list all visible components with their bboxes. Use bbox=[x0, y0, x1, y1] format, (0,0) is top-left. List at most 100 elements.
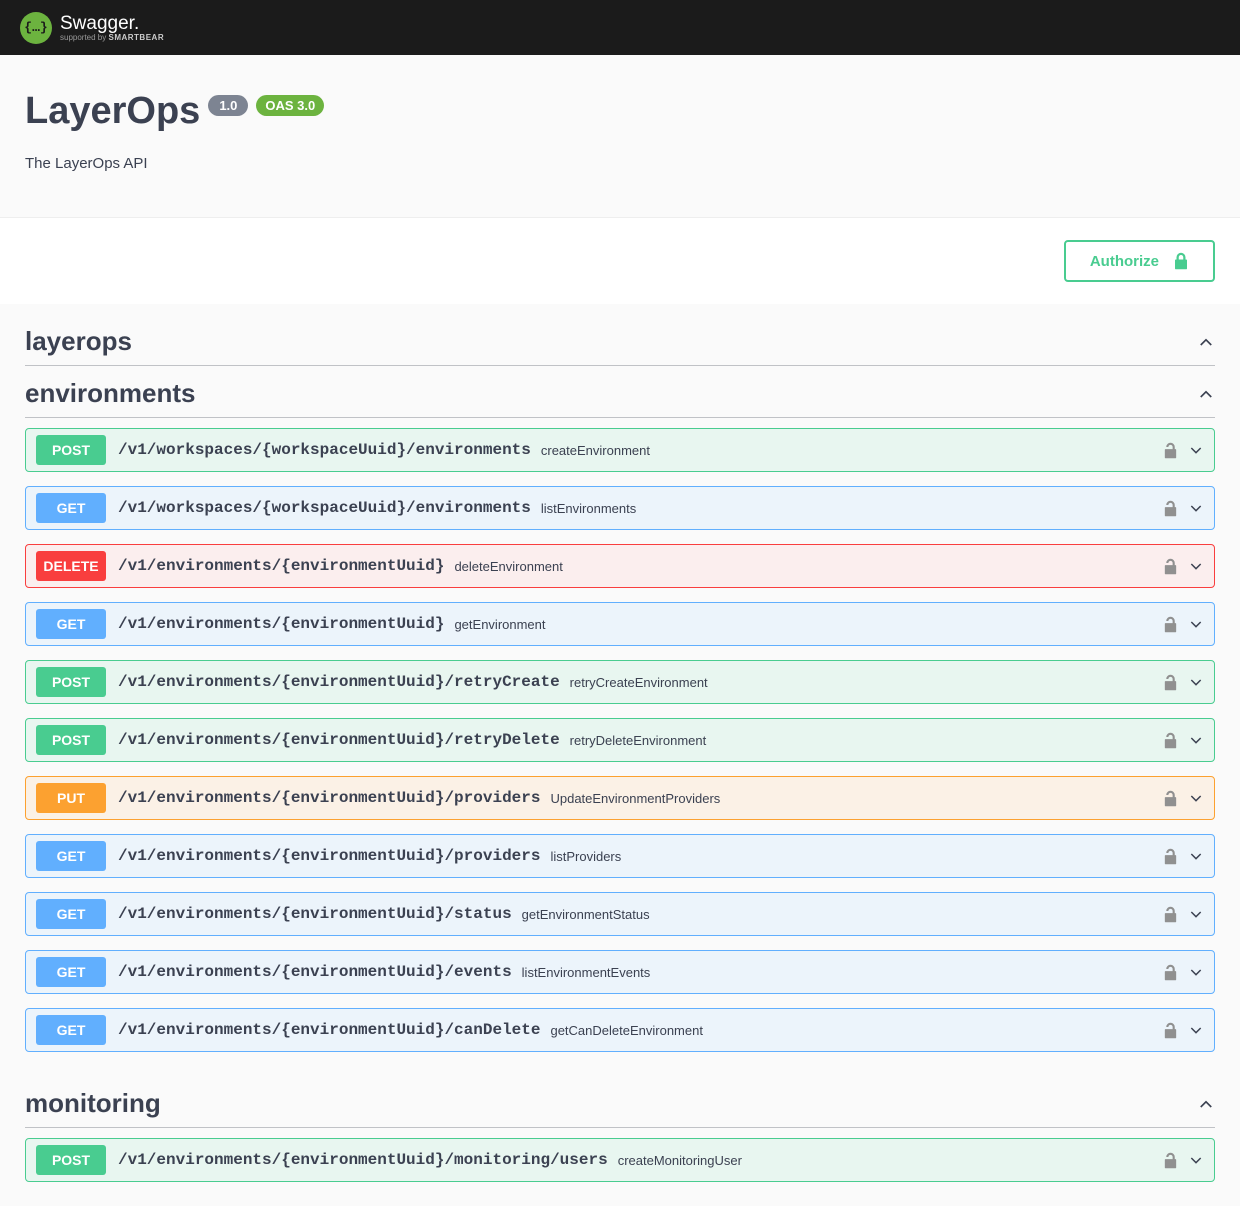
lock-open-icon bbox=[1163, 790, 1178, 807]
method-badge: POST bbox=[36, 667, 106, 697]
method-badge: GET bbox=[36, 1015, 106, 1045]
oas-badge: OAS 3.0 bbox=[256, 95, 324, 116]
op-actions bbox=[1163, 964, 1204, 981]
tag-title: monitoring bbox=[25, 1088, 161, 1119]
lock-icon bbox=[1173, 252, 1189, 270]
lock-open-icon bbox=[1163, 500, 1178, 517]
op-actions bbox=[1163, 500, 1204, 517]
chevron-down-icon bbox=[1188, 790, 1204, 806]
operation-createMonitoringUser[interactable]: POST/v1/environments/{environmentUuid}/m… bbox=[25, 1138, 1215, 1182]
operation-getCanDeleteEnvironment[interactable]: GET/v1/environments/{environmentUuid}/ca… bbox=[25, 1008, 1215, 1052]
operation-getEnvironmentStatus[interactable]: GET/v1/environments/{environmentUuid}/st… bbox=[25, 892, 1215, 936]
tag-title: environments bbox=[25, 378, 196, 409]
op-summary: UpdateEnvironmentProviders bbox=[550, 791, 720, 806]
version-badge: 1.0 bbox=[208, 95, 248, 116]
chevron-down-icon bbox=[1188, 964, 1204, 980]
method-badge: GET bbox=[36, 957, 106, 987]
chevron-down-icon bbox=[1188, 500, 1204, 516]
method-badge: POST bbox=[36, 435, 106, 465]
op-actions bbox=[1163, 442, 1204, 459]
lock-open-icon bbox=[1163, 848, 1178, 865]
chevron-down-icon bbox=[1188, 1152, 1204, 1168]
op-actions bbox=[1163, 616, 1204, 633]
chevron-down-icon bbox=[1188, 674, 1204, 690]
op-summary: createMonitoringUser bbox=[618, 1153, 742, 1168]
method-badge: GET bbox=[36, 841, 106, 871]
authorize-button[interactable]: Authorize bbox=[1064, 240, 1215, 282]
lock-open-icon bbox=[1163, 616, 1178, 633]
content: layerops environments POST/v1/workspaces/{… bbox=[0, 304, 1240, 1206]
api-title: LayerOps 1.0 OAS 3.0 bbox=[25, 90, 324, 133]
operation-deleteEnvironment[interactable]: DELETE/v1/environments/{environmentUuid}… bbox=[25, 544, 1215, 588]
op-actions bbox=[1163, 558, 1204, 575]
method-badge: GET bbox=[36, 899, 106, 929]
op-summary: listEnvironments bbox=[541, 501, 636, 516]
lock-open-icon bbox=[1163, 1022, 1178, 1039]
lock-open-icon bbox=[1163, 1152, 1178, 1169]
op-summary: listEnvironmentEvents bbox=[522, 965, 651, 980]
api-header: LayerOps 1.0 OAS 3.0 The LayerOps API bbox=[0, 55, 1240, 218]
op-summary: createEnvironment bbox=[541, 443, 650, 458]
chevron-down-icon bbox=[1188, 848, 1204, 864]
swagger-icon: {…} bbox=[20, 12, 52, 44]
op-path: /v1/workspaces/{workspaceUuid}/environme… bbox=[118, 499, 531, 517]
ops-list: POST/v1/environments/{environmentUuid}/m… bbox=[25, 1128, 1215, 1206]
chevron-down-icon bbox=[1188, 558, 1204, 574]
op-path: /v1/environments/{environmentUuid}/retry… bbox=[118, 731, 560, 749]
operation-listEnvironmentEvents[interactable]: GET/v1/environments/{environmentUuid}/ev… bbox=[25, 950, 1215, 994]
op-summary: listProviders bbox=[550, 849, 621, 864]
tag-layerops[interactable]: layerops bbox=[25, 314, 1215, 366]
chevron-up-icon bbox=[1197, 385, 1215, 403]
method-badge: GET bbox=[36, 609, 106, 639]
op-actions bbox=[1163, 1152, 1204, 1169]
method-badge: POST bbox=[36, 1145, 106, 1175]
lock-open-icon bbox=[1163, 674, 1178, 691]
tag-environments[interactable]: environments bbox=[25, 366, 1215, 418]
chevron-up-icon bbox=[1197, 333, 1215, 351]
chevron-up-icon bbox=[1197, 1095, 1215, 1113]
op-summary: retryDeleteEnvironment bbox=[570, 733, 707, 748]
lock-open-icon bbox=[1163, 906, 1178, 923]
lock-open-icon bbox=[1163, 964, 1178, 981]
method-badge: POST bbox=[36, 725, 106, 755]
op-path: /v1/environments/{environmentUuid}/provi… bbox=[118, 847, 540, 865]
op-path: /v1/workspaces/{workspaceUuid}/environme… bbox=[118, 441, 531, 459]
op-summary: getEnvironment bbox=[454, 617, 545, 632]
chevron-down-icon bbox=[1188, 1022, 1204, 1038]
op-path: /v1/environments/{environmentUuid}/monit… bbox=[118, 1151, 608, 1169]
api-description: The LayerOps API bbox=[25, 155, 1215, 172]
op-path: /v1/environments/{environmentUuid}/canDe… bbox=[118, 1021, 540, 1039]
lock-open-icon bbox=[1163, 732, 1178, 749]
method-badge: DELETE bbox=[36, 551, 106, 581]
tag-monitoring[interactable]: monitoring bbox=[25, 1076, 1215, 1128]
operation-UpdateEnvironmentProviders[interactable]: PUT/v1/environments/{environmentUuid}/pr… bbox=[25, 776, 1215, 820]
brand-subtitle: supported by SMARTBEAR bbox=[60, 33, 164, 42]
op-summary: retryCreateEnvironment bbox=[570, 675, 708, 690]
op-actions bbox=[1163, 848, 1204, 865]
lock-open-icon bbox=[1163, 558, 1178, 575]
operation-createEnvironment[interactable]: POST/v1/workspaces/{workspaceUuid}/envir… bbox=[25, 428, 1215, 472]
op-actions bbox=[1163, 790, 1204, 807]
operation-listProviders[interactable]: GET/v1/environments/{environmentUuid}/pr… bbox=[25, 834, 1215, 878]
tag-title: layerops bbox=[25, 326, 132, 357]
brand-name: Swagger. bbox=[60, 13, 164, 35]
op-path: /v1/environments/{environmentUuid} bbox=[118, 557, 444, 575]
op-actions bbox=[1163, 906, 1204, 923]
op-actions bbox=[1163, 1022, 1204, 1039]
operation-getEnvironment[interactable]: GET/v1/environments/{environmentUuid} get… bbox=[25, 602, 1215, 646]
op-path: /v1/environments/{environmentUuid}/event… bbox=[118, 963, 512, 981]
op-path: /v1/environments/{environmentUuid}/statu… bbox=[118, 905, 512, 923]
operation-retryCreateEnvironment[interactable]: POST/v1/environments/{environmentUuid}/r… bbox=[25, 660, 1215, 704]
auth-area: Authorize bbox=[0, 218, 1240, 304]
op-summary: deleteEnvironment bbox=[454, 559, 562, 574]
op-path: /v1/environments/{environmentUuid}/provi… bbox=[118, 789, 540, 807]
op-actions bbox=[1163, 674, 1204, 691]
chevron-down-icon bbox=[1188, 442, 1204, 458]
topbar: {…} Swagger. supported by SMARTBEAR bbox=[0, 0, 1240, 55]
swagger-logo: {…} Swagger. supported by SMARTBEAR bbox=[20, 12, 164, 44]
operation-retryDeleteEnvironment[interactable]: POST/v1/environments/{environmentUuid}/r… bbox=[25, 718, 1215, 762]
op-path: /v1/environments/{environmentUuid} bbox=[118, 615, 444, 633]
operation-listEnvironments[interactable]: GET/v1/workspaces/{workspaceUuid}/enviro… bbox=[25, 486, 1215, 530]
method-badge: GET bbox=[36, 493, 106, 523]
method-badge: PUT bbox=[36, 783, 106, 813]
